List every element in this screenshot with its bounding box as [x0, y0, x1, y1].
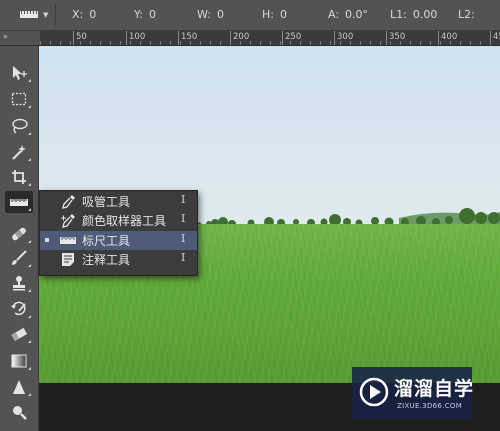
watermark-title: 溜溜自学	[394, 378, 475, 400]
healing-brush-tool[interactable]	[5, 223, 33, 245]
ruler-tick-label: 150	[181, 32, 198, 42]
tool-group-marker	[28, 183, 31, 186]
zoom-icon	[13, 406, 27, 420]
play-logo-icon	[359, 377, 389, 407]
field-l2: L2:	[458, 8, 475, 21]
tool-group-marker	[28, 158, 31, 161]
note-icon	[62, 253, 74, 266]
tool-group-marker	[28, 132, 31, 135]
eyedropper-tool-flyout: 吸管工具 I 颜色取样器工具 I 标尺工具 I 注释工具 I	[39, 190, 198, 276]
tools-panel	[0, 46, 39, 431]
horizontal-ruler[interactable]: 50 100 150 200 250 300 350 400 450	[40, 31, 500, 45]
ruler-icon	[20, 11, 38, 18]
tool-group-marker	[28, 208, 31, 211]
tool-group-marker	[28, 264, 31, 267]
zoom-tool[interactable]	[5, 401, 33, 423]
ruler-tool[interactable]	[5, 191, 33, 213]
ruler-tick-label: 250	[285, 32, 302, 42]
ruler-tick-label: 200	[233, 32, 250, 42]
history-brush-icon	[11, 301, 26, 316]
history-brush-tool[interactable]	[5, 298, 33, 320]
lasso-icon	[12, 118, 28, 134]
brush-tool[interactable]	[5, 247, 33, 269]
lasso-tool[interactable]	[5, 115, 33, 137]
bandage-icon	[12, 227, 26, 241]
tool-group-marker	[28, 340, 31, 343]
crop-icon	[12, 170, 26, 184]
tool-group-marker	[28, 105, 31, 108]
menu-item-eyedropper[interactable]: 吸管工具 I	[40, 192, 197, 211]
ruler-tick-label: 400	[441, 32, 458, 42]
gradient-tool[interactable]	[5, 350, 33, 372]
menu-item-note[interactable]: 注释工具 I	[40, 250, 197, 269]
ruler-tick-label: 50	[76, 32, 87, 42]
ruler-tick-label: 450	[493, 32, 500, 42]
eyedropper-icon	[62, 195, 75, 209]
color-sampler-icon	[61, 214, 75, 228]
eraser-tool[interactable]	[5, 323, 33, 345]
chevron-down-icon: ▼	[43, 11, 49, 19]
sharpen-tool[interactable]	[5, 376, 33, 398]
tool-group-marker	[28, 315, 31, 318]
ruler-tick-label: 100	[129, 32, 146, 42]
ruler-tick	[126, 31, 127, 45]
tool-group-marker	[28, 289, 31, 292]
field-l1: L1: 0.00	[390, 8, 438, 21]
rect-marquee-icon	[11, 92, 27, 106]
watermark-logo: 溜溜自学 ZIXUE.3D66.COM	[352, 367, 475, 419]
ruler-tick	[386, 31, 387, 45]
ruler-icon	[60, 237, 76, 244]
ruler-tick	[490, 31, 491, 45]
move-tool[interactable]	[5, 62, 33, 84]
tool-group-marker	[28, 393, 31, 396]
menu-item-ruler[interactable]: 标尺工具 I	[40, 231, 197, 250]
tool-group-marker	[28, 240, 31, 243]
field-x: X: 0	[72, 8, 97, 21]
ruler-tick	[334, 31, 335, 45]
field-h: H: 0	[262, 8, 287, 21]
field-w: W: 0	[197, 8, 224, 21]
ruler-tick-label: 300	[337, 32, 354, 42]
crop-tool[interactable]	[5, 166, 33, 188]
stamp-icon	[13, 276, 25, 291]
ruler-icon	[10, 199, 28, 206]
magic-wand-tool[interactable]	[5, 141, 33, 163]
ruler-row: » 50 100 150 200 250 300 350 400 450	[0, 31, 500, 46]
eraser-icon	[11, 327, 28, 341]
options-bar: ▼ X: 0 Y: 0 W: 0 H: 0 A: 0.0° L1: 0.00 L2:	[0, 0, 500, 31]
ruler-tick-label: 350	[389, 32, 406, 42]
ruler-tick	[73, 31, 74, 45]
selected-indicator	[45, 238, 49, 242]
tool-group-marker	[28, 79, 31, 82]
collapse-panels-button[interactable]: »	[3, 32, 8, 41]
watermark-url: ZIXUE.3D66.COM	[397, 402, 463, 410]
tool-group-marker	[28, 367, 31, 370]
field-y: Y: 0	[134, 8, 156, 21]
ruler-tick	[230, 31, 231, 45]
brush-icon	[12, 250, 27, 265]
clone-stamp-tool[interactable]	[5, 272, 33, 294]
gradient-icon	[11, 354, 27, 368]
ruler-tick	[178, 31, 179, 45]
move-icon	[13, 66, 27, 80]
tool-preset-picker[interactable]: ▼	[8, 6, 52, 24]
field-angle: A: 0.0°	[328, 8, 369, 21]
divider	[55, 4, 56, 26]
menu-item-color-sampler[interactable]: 颜色取样器工具 I	[40, 211, 197, 230]
ruler-tick	[438, 31, 439, 45]
sharpen-icon	[13, 380, 25, 394]
magic-wand-icon	[12, 144, 26, 160]
ruler-tick	[282, 31, 283, 45]
marquee-tool[interactable]	[5, 88, 33, 110]
